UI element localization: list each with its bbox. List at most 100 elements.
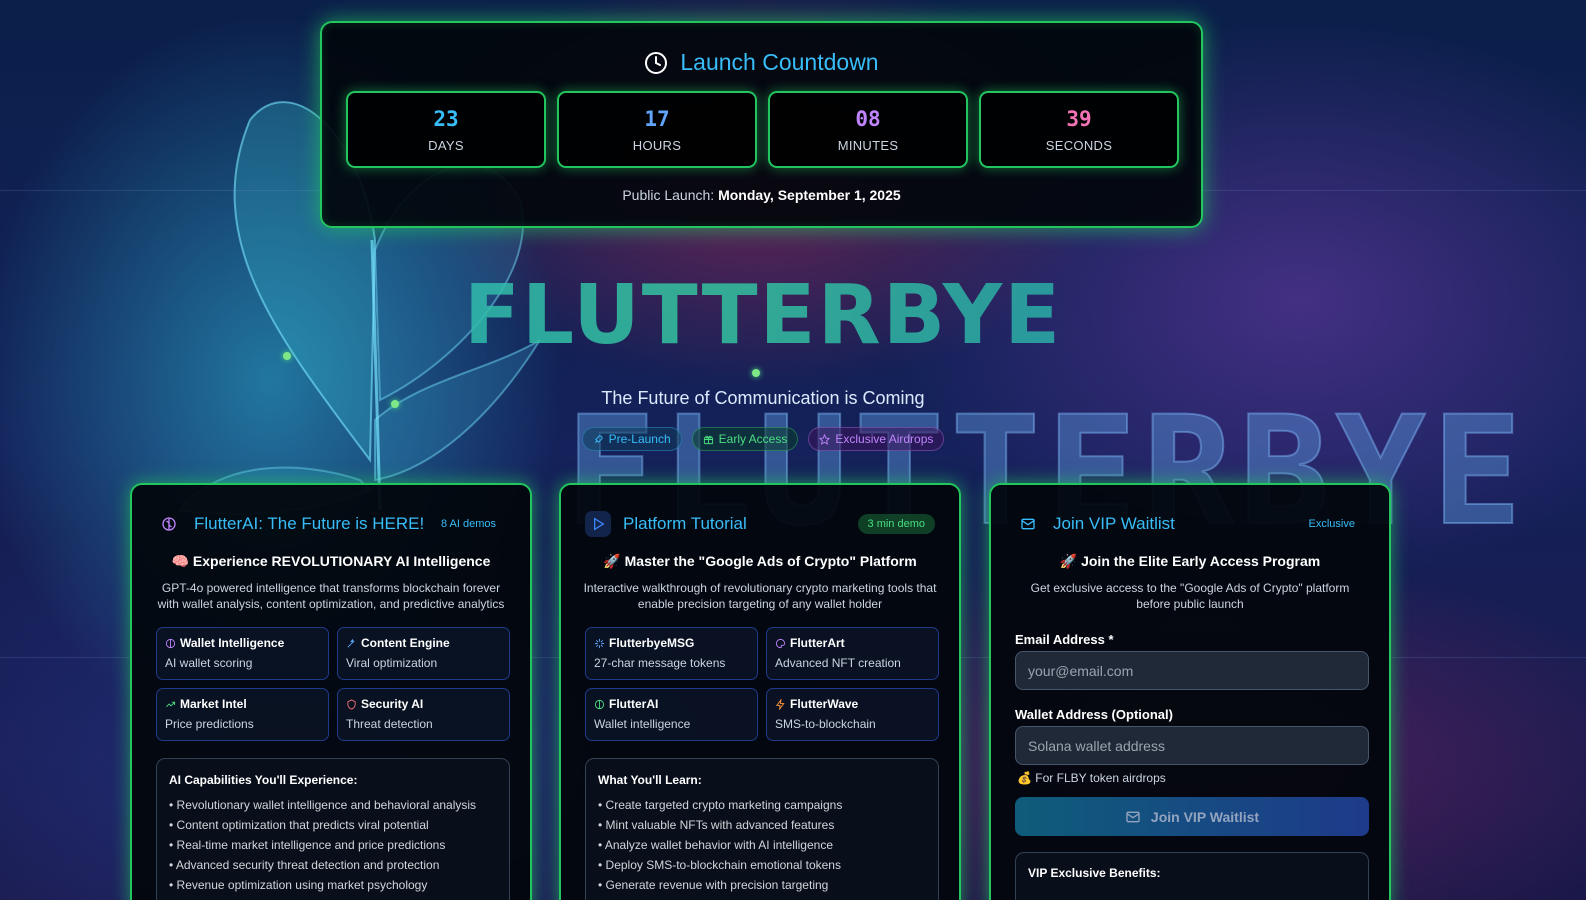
countdown-seconds: 39 SECONDS [979,91,1179,168]
tutorial-card-headline: 🚀 Master the "Google Ads of Crypto" Plat… [603,553,917,569]
gift-icon [703,435,713,444]
list-item: • Mint valuable NFTs with advanced featu… [598,818,835,832]
hours-value: 17 [644,106,670,131]
palette-icon [775,638,786,648]
feature-security-ai[interactable]: Security AI Threat detection [337,688,510,741]
list-item: • Real-time market intelligence and pric… [169,838,446,852]
ai-card-title: FlutterAI: The Future is HERE! [194,514,425,533]
badge-label: Early Access [718,432,788,446]
feature-desc: Advanced NFT creation [775,656,901,670]
ai-feature-grid: Wallet Intelligence AI wallet scoring Co… [156,627,510,741]
card-header: Join VIP Waitlist Exclusive [1015,511,1365,537]
public-launch-date: Public Launch: Monday, September 1, 2025 [322,187,1201,203]
list-item: • Advanced security threat detection and… [169,858,440,872]
brain-icon [165,638,176,648]
feature-flutterbyemsg[interactable]: FlutterbyeMSG 27-char message tokens [585,627,758,680]
waitlist-card-title: Join VIP Waitlist [1053,514,1175,533]
hero-title: FLUTTERBYE [0,268,1526,363]
feature-title: FlutterArt [790,636,845,650]
launch-countdown: Launch Countdown 23 DAYS 17 HOURS 08 MIN… [320,21,1203,228]
launch-prefix: Public Launch: [622,187,715,203]
days-label: DAYS [428,137,464,153]
trend-up-icon [166,701,176,707]
vip-benefits-box: VIP Exclusive Benefits: [1015,852,1369,900]
list-item: • Deploy SMS-to-blockchain emotional tok… [598,858,841,872]
ai-card-headline: 🧠 Experience REVOLUTIONARY AI Intelligen… [171,553,491,569]
list-item: • Generate revenue with precision target… [598,878,829,892]
star-icon [819,433,831,445]
email-label: Email Address * [1015,632,1114,647]
hero-badges: Pre-Launch Early Access Exclusive Airdro… [0,427,1526,451]
sparkle-icon [594,638,605,648]
clock-icon [645,51,668,74]
email-field[interactable] [1015,651,1369,690]
feature-title: FlutterAI [609,697,659,711]
card-header: FlutterAI: The Future is HERE! 8 AI demo… [156,511,506,537]
brain-icon [594,699,605,709]
feature-market-intel[interactable]: Market Intel Price predictions [156,688,329,741]
countdown-minutes: 08 MINUTES [768,91,968,168]
sparkle-dot [752,369,760,377]
feature-flutterart[interactable]: FlutterArt Advanced NFT creation [766,627,939,680]
learning-box: What You'll Learn: • Create targeted cry… [585,758,939,900]
hours-label: HOURS [632,137,682,153]
badge-pre-launch: Pre-Launch [581,427,682,451]
tutorial-feature-grid: FlutterbyeMSG 27-char message tokens Flu… [585,627,939,741]
shield-icon [347,698,356,710]
feature-content-engine[interactable]: Content Engine Viral optimization [337,627,510,680]
minutes-value: 08 [855,106,881,131]
join-vip-waitlist-button[interactable]: Join VIP Waitlist [1015,797,1369,836]
brain-icon [156,511,182,537]
days-value: 23 [433,106,459,131]
seconds-value: 39 [1066,106,1092,131]
feature-desc: 27-char message tokens [594,656,726,670]
feature-title: FlutterbyeMSG [609,636,695,650]
feature-flutterwave[interactable]: FlutterWave SMS-to-blockchain [766,688,939,741]
feature-desc: Wallet intelligence [594,717,691,731]
countdown-hours: 17 HOURS [557,91,757,168]
feature-flutterai[interactable]: FlutterAI Wallet intelligence [585,688,758,741]
ai-card-description: GPT-4o powered intelligence that transfo… [157,581,505,611]
rocket-icon [594,434,603,443]
feature-title: Content Engine [361,636,450,650]
tutorial-card-title: Platform Tutorial [623,514,747,533]
feature-title: Security AI [361,697,424,711]
tutorial-card-description: Interactive walkthrough of revolutionary… [583,581,937,611]
countdown-title: Launch Countdown [680,49,879,75]
demo-length-pill: 3 min demo [857,514,935,534]
wallet-address-field[interactable] [1015,726,1369,765]
waitlist-card-headline: 🚀 Join the Elite Early Access Program [1059,553,1321,569]
feature-title: FlutterWave [790,697,859,711]
mail-icon [1126,811,1140,822]
bolt-icon [775,698,785,710]
card-header: Platform Tutorial 3 min demo [585,511,935,537]
feature-desc: AI wallet scoring [165,656,253,670]
feature-desc: SMS-to-blockchain [775,717,876,731]
countdown-days: 23 DAYS [346,91,546,168]
feature-wallet-intelligence[interactable]: Wallet Intelligence AI wallet scoring [156,627,329,680]
list-item: • Content optimization that predicts vir… [169,818,429,832]
waitlist-card-description: Get exclusive access to the "Google Ads … [1030,581,1350,611]
ai-card: FlutterAI: The Future is HERE! 8 AI demo… [130,483,532,900]
countdown-units: 23 DAYS 17 HOURS 08 MINUTES 39 SECONDS [346,91,1179,168]
feature-title: Market Intel [180,697,247,711]
feature-title: Wallet Intelligence [180,636,285,650]
feature-desc: Threat detection [346,717,433,731]
badge-early-access: Early Access [691,427,799,451]
ai-capabilities-box: AI Capabilities You'll Experience: • Rev… [156,758,510,900]
feature-desc: Price predictions [165,717,254,731]
airdrop-hint: 💰 For FLBY token airdrops [1017,771,1166,785]
list-item: • Revenue optimization using market psyc… [169,878,428,892]
play-icon[interactable] [585,511,611,537]
launch-date: Monday, September 1, 2025 [718,187,901,203]
waitlist-card: Join VIP Waitlist Exclusive 🚀 Join the E… [989,483,1391,900]
badge-exclusive-airdrops: Exclusive Airdrops [808,427,945,451]
wallet-label: Wallet Address (Optional) [1015,707,1173,722]
ai-demos-pill: 8 AI demos [440,518,496,530]
tutorial-card: Platform Tutorial 3 min demo 🚀 Master th… [559,483,961,900]
countdown-header: Launch Countdown [322,49,1201,76]
feature-desc: Viral optimization [346,656,438,670]
list-item: • Create targeted crypto marketing campa… [598,798,843,812]
list-title: What You'll Learn: [598,773,702,787]
hero-subtitle: The Future of Communication is Coming [601,388,925,408]
